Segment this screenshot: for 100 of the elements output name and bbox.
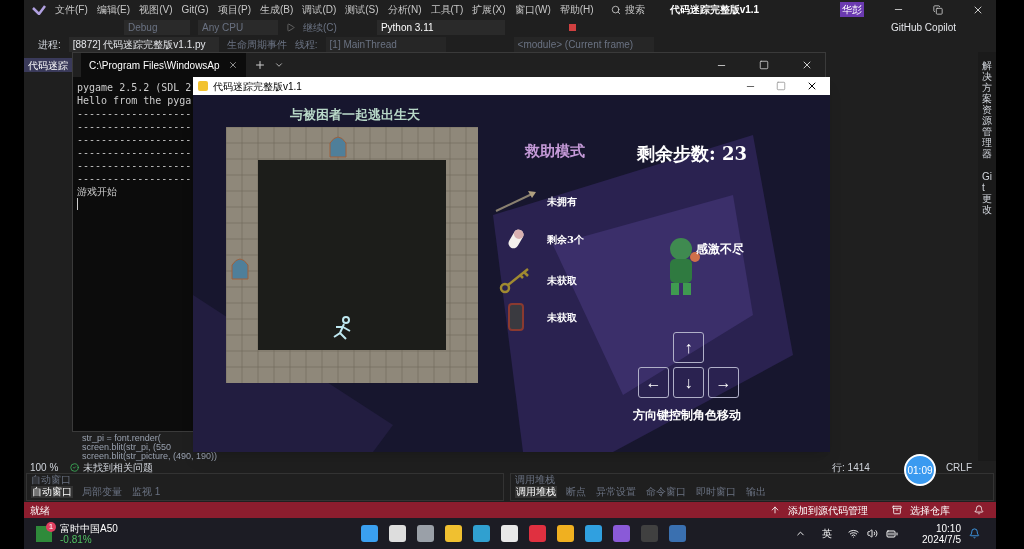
arrow-key: → [708, 367, 739, 398]
continue-button[interactable]: 继续(C) [303, 20, 337, 35]
taskbar-app-icon[interactable] [472, 525, 490, 542]
taskbar-app-icon[interactable] [388, 525, 406, 542]
add-icon[interactable] [253, 59, 266, 71]
terminal-line: Hello from the pyga [77, 94, 192, 107]
mode-label: 救助模式 [525, 141, 585, 162]
close-icon[interactable] [801, 59, 813, 71]
terminal-line: 游戏开始 [77, 185, 117, 198]
issues-status: 未找到相关问题 [83, 461, 154, 475]
terminal-line: ------------------- [77, 172, 192, 185]
taskbar-app-icon[interactable] [584, 525, 602, 542]
item-status: 剩余3个 [547, 232, 584, 247]
environment-dropdown[interactable]: Python 3.11 [376, 20, 505, 35]
menu-item[interactable]: 测试(S) [345, 2, 379, 17]
side-tab[interactable]: 解决方案资源管理器 [982, 60, 992, 159]
archive-icon [892, 505, 902, 515]
taskbar-app-icon[interactable] [444, 525, 462, 542]
menu-item[interactable]: 调试(D) [302, 2, 337, 17]
item-status: 未获取 [547, 273, 577, 288]
menu-item[interactable]: 工具(T) [430, 2, 464, 17]
item-status: 未拥有 [547, 194, 577, 209]
play-icon [286, 23, 295, 32]
repository-button[interactable]: 选择仓库 [910, 502, 950, 518]
code-line: screen.blit(str_picture, (490, 190)) [82, 452, 218, 461]
wifi-icon [848, 528, 860, 539]
taskbar-app-icon[interactable] [556, 525, 574, 542]
panel-tab[interactable]: 调用堆栈 [515, 486, 557, 498]
menu-item[interactable]: 生成(B) [260, 2, 294, 17]
check-icon [70, 462, 80, 472]
terminal-tab[interactable]: C:\Program Files\WindowsAp [81, 53, 246, 77]
lifecycle-events: 生命周期事件 [226, 37, 287, 52]
arrow-key: ↓ [673, 367, 704, 398]
menu-item[interactable]: 窗口(W) [514, 2, 551, 17]
panel-tab[interactable]: 局部变量 [81, 486, 123, 498]
terminal-line: ------------------- [77, 146, 192, 159]
restore-icon[interactable] [933, 4, 943, 15]
menu-item[interactable]: 视图(V) [139, 2, 173, 17]
taskbar-app-icon[interactable] [500, 525, 518, 542]
menu-item[interactable]: 项目(P) [217, 2, 252, 17]
stop-icon[interactable] [568, 24, 576, 31]
maximize-icon[interactable] [759, 60, 769, 70]
panel-tab[interactable]: 输出 [745, 486, 767, 498]
app-logo-icon [32, 4, 46, 15]
side-tab[interactable]: Git 更改 [982, 171, 992, 215]
panel-tab[interactable]: 命令窗口 [645, 486, 687, 498]
copilot-button[interactable]: GitHub Copilot [890, 20, 956, 35]
notification-icon[interactable] [974, 505, 984, 515]
stock-change: -0.81% [60, 533, 92, 545]
panel-tab[interactable]: 断点 [565, 486, 587, 498]
menu-item[interactable]: Git(G) [181, 2, 209, 17]
code-line: screen.blit(str_pi, (550 [82, 443, 172, 452]
arrow-up-icon [770, 505, 780, 515]
notification-badge: 1 [46, 521, 56, 532]
menu-item[interactable]: 扩展(X) [472, 2, 506, 17]
search-icon [610, 4, 621, 15]
panel-tab[interactable]: 异常设置 [595, 486, 637, 498]
arrow-key: ↑ [673, 332, 704, 363]
python-icon [197, 80, 209, 92]
thread-label: 线程: [294, 37, 318, 52]
panel-tab[interactable]: 监视 1 [131, 486, 162, 498]
speech-text: 感激不尽 [696, 241, 744, 258]
taskbar-app-icon[interactable] [360, 525, 378, 542]
source-control-button[interactable]: 添加到源代码管理 [788, 502, 868, 518]
window-title: 代码迷踪完整版v1.1 [213, 79, 302, 94]
close-icon[interactable] [806, 80, 818, 92]
menu-item[interactable]: 分析(N) [387, 2, 422, 17]
arrow-key: ← [638, 367, 669, 398]
clock-time: 10:10 [935, 522, 961, 534]
text-cursor [77, 198, 78, 210]
clock-date: 2024/7/5 [922, 533, 961, 545]
close-icon[interactable] [227, 60, 238, 70]
process-label: 进程: [38, 37, 61, 52]
terminal-line: ------------------- [77, 159, 192, 172]
input-method: 英 [822, 527, 833, 541]
terminal-line: pygame 2.5.2 (SDL 2 [77, 81, 192, 94]
process-dropdown[interactable]: [8872] 代码迷踪完整版v1.1.py [68, 36, 219, 52]
phone-icon [507, 303, 525, 331]
panel-title: 调用堆栈 [515, 474, 556, 486]
window-title: 代码迷踪完整版v1.1 [669, 3, 760, 17]
menu-item[interactable]: 编辑(E) [96, 2, 131, 17]
panel-tab[interactable]: 即时窗口 [695, 486, 737, 498]
user-badge: 华彭 [840, 2, 864, 17]
steps-counter: 剩余步数: 23 [637, 142, 747, 166]
zoom-level: 100 % [30, 460, 59, 474]
code-line: str_pi = font.render( [82, 434, 161, 443]
bell-icon [969, 528, 980, 539]
chevron-icon[interactable] [273, 60, 284, 70]
editor-tab[interactable]: 代码迷踪 [24, 58, 72, 72]
panel-tab[interactable]: 自动窗口 [31, 486, 73, 498]
item-status: 未获取 [547, 310, 577, 325]
menu-item[interactable]: 帮助(H) [559, 2, 594, 17]
search-button[interactable]: 搜索 [610, 2, 645, 17]
battery-icon [886, 527, 899, 540]
terminal-line: ------------------- [77, 107, 192, 120]
panel-title: 自动窗口 [31, 474, 72, 486]
terminal-line: ------------------- [77, 120, 192, 133]
stock-icon [36, 525, 52, 542]
menu-item[interactable]: 文件(F) [55, 2, 88, 17]
taskbar-app-icon[interactable] [416, 525, 434, 542]
